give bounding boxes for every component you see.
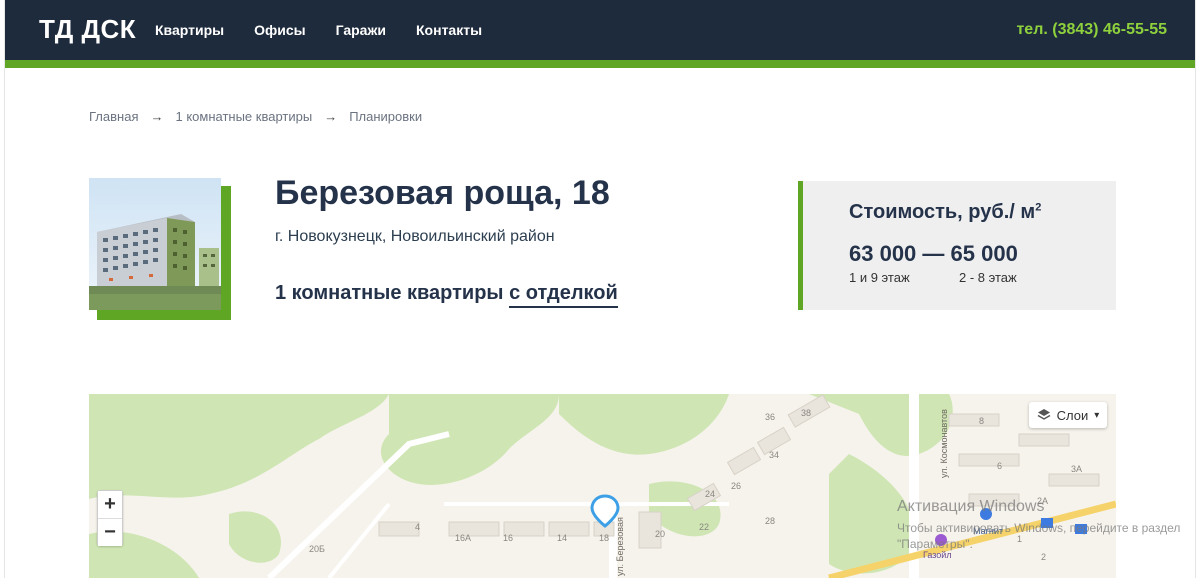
zoom-in-button[interactable]: + xyxy=(98,491,122,518)
site-header: ТД ДСК Квартиры Офисы Гаражи Контакты те… xyxy=(5,0,1195,60)
apartment-type-label: 1 комнатные квартиры xyxy=(275,282,504,304)
price-title: Стоимость, руб./ м2 xyxy=(849,201,1041,224)
zoom-out-button[interactable]: − xyxy=(98,519,122,546)
building-photo-wrap xyxy=(89,178,231,320)
map-layers-label: Слои xyxy=(1056,407,1089,423)
price-floors-low: 1 и 9 этаж xyxy=(849,270,910,285)
price-title-text: Стоимость, руб./ м xyxy=(849,201,1036,223)
watermark-text: Чтобы активировать Windows, перейдите в … xyxy=(897,521,1181,551)
price-box: Стоимость, руб./ м2 63 000 — 65 000 1 и … xyxy=(798,181,1116,310)
map-house-number: 6 xyxy=(997,461,1002,471)
map-street-label: ул. Космонавтов xyxy=(939,409,949,478)
price-floors-high: 2 - 8 этаж xyxy=(959,270,1017,285)
map-house-number: 3А xyxy=(1071,464,1082,474)
breadcrumb-home[interactable]: Главная xyxy=(89,109,138,124)
map-house-number: 24 xyxy=(705,489,715,499)
breadcrumb-category[interactable]: 1 комнатные квартиры xyxy=(175,109,312,124)
map-house-number: 34 xyxy=(769,450,779,460)
nav-contacts[interactable]: Контакты xyxy=(416,22,482,38)
map-house-number: 16А xyxy=(455,533,471,543)
header-phone[interactable]: тел. (3843) 46-55-55 xyxy=(1016,21,1167,39)
map-house-number: 16 xyxy=(503,533,513,543)
map-zoom-control: + − xyxy=(97,490,123,546)
map-house-number: 14 xyxy=(557,533,567,543)
nav-apartments[interactable]: Квартиры xyxy=(155,22,224,38)
map-house-number: 38 xyxy=(801,408,811,418)
map-house-number: 4 xyxy=(415,522,420,532)
map-house-number: 8 xyxy=(979,416,984,426)
map-house-number: 18 xyxy=(599,533,609,543)
header-accent-stripe xyxy=(5,60,1195,68)
breadcrumb-arrow-icon: → xyxy=(324,109,338,124)
building-photo[interactable] xyxy=(89,178,221,310)
windows-activation-watermark: Активация Windows Чтобы активировать Win… xyxy=(897,498,1187,552)
map-house-number: 22 xyxy=(699,522,709,532)
nav-offices[interactable]: Офисы xyxy=(254,22,306,38)
map-house-number: 26 xyxy=(731,481,741,491)
map-house-number: 28 xyxy=(765,516,775,526)
watermark-title: Активация Windows xyxy=(897,498,1045,515)
apartment-type: 1 комнатные квартиры с отделкой xyxy=(275,282,618,308)
page: ТД ДСК Квартиры Офисы Гаражи Контакты те… xyxy=(4,0,1196,578)
finishing-link[interactable]: с отделкой xyxy=(509,282,618,308)
building-address: г. Новокузнецк, Новоильинский район xyxy=(275,228,555,245)
breadcrumb: Главная → 1 комнатные квартиры → Планиро… xyxy=(89,109,422,124)
map-house-number: 20Б xyxy=(309,544,325,554)
layers-icon xyxy=(1037,409,1051,420)
building-title: Березовая роща, 18 xyxy=(275,174,610,212)
nav-garages[interactable]: Гаражи xyxy=(336,22,386,38)
map-house-number: 2 xyxy=(1041,552,1046,562)
map-layers-button[interactable]: Слои ▾ xyxy=(1029,402,1107,428)
main-nav: Квартиры Офисы Гаражи Контакты xyxy=(155,22,482,38)
chevron-down-icon: ▾ xyxy=(1094,409,1100,421)
map-street-label: ул. Березовая xyxy=(615,517,625,576)
breadcrumb-current: Планировки xyxy=(349,109,423,124)
logo[interactable]: ТД ДСК xyxy=(39,14,136,45)
map-house-number: 20 xyxy=(655,529,665,539)
breadcrumb-arrow-icon: → xyxy=(150,109,164,124)
price-title-sup: 2 xyxy=(1035,201,1042,214)
price-range: 63 000 — 65 000 xyxy=(849,241,1018,266)
map-house-number: 36 xyxy=(765,412,775,422)
